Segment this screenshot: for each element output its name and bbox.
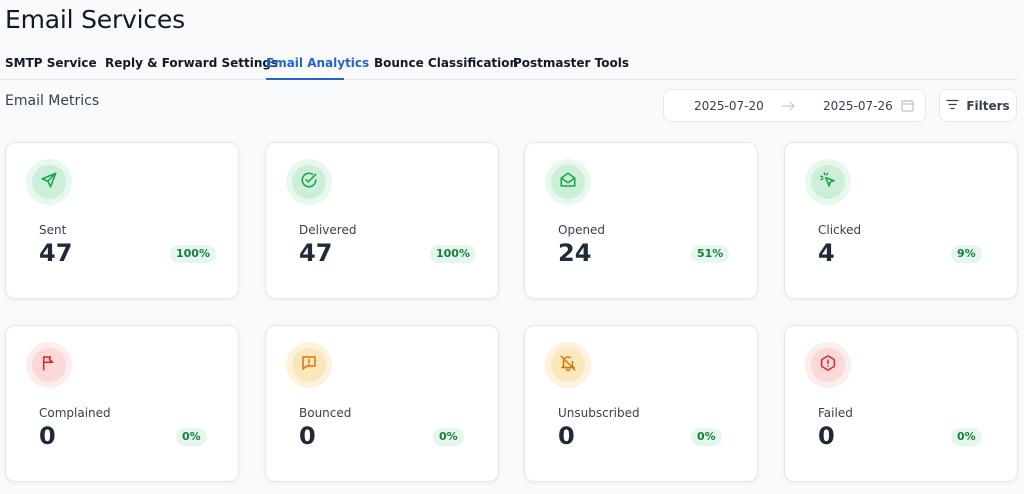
metric-card-complained: Complained 0 0% <box>5 325 239 482</box>
card-value: 4 <box>818 239 835 267</box>
metric-card-sent: Sent 47 100% <box>5 142 239 299</box>
tab-bounce-classification[interactable]: Bounce Classification <box>374 56 518 70</box>
card-value: 0 <box>39 422 56 450</box>
send-icon <box>40 171 58 194</box>
tab-postmaster-tools[interactable]: Postmaster Tools <box>513 56 629 70</box>
card-value: 47 <box>299 239 333 267</box>
card-value: 24 <box>558 239 592 267</box>
date-range-picker[interactable]: 2025-07-20 2025-07-26 <box>663 89 926 122</box>
metric-card-opened: Opened 24 51% <box>524 142 758 299</box>
mail-open-icon <box>559 171 577 194</box>
flag-icon <box>40 354 58 377</box>
metric-card-failed: Failed 0 0% <box>784 325 1018 482</box>
card-value: 0 <box>558 422 575 450</box>
card-label: Failed <box>818 406 853 420</box>
date-end[interactable]: 2025-07-26 <box>823 99 893 113</box>
metric-card-delivered: Delivered 47 100% <box>265 142 499 299</box>
arrow-right-icon <box>782 99 796 117</box>
percent-badge: 0% <box>433 428 464 446</box>
metric-card-clicked: Clicked 4 9% <box>784 142 1018 299</box>
calendar-icon[interactable] <box>901 99 914 117</box>
page-title: Email Services <box>5 5 185 34</box>
tab-email-analytics[interactable]: Email Analytics <box>266 56 369 70</box>
card-label: Sent <box>39 223 67 237</box>
percent-badge: 51% <box>691 245 730 263</box>
card-label: Bounced <box>299 406 352 420</box>
percent-badge: 9% <box>951 245 982 263</box>
card-value: 47 <box>39 239 73 267</box>
card-label: Delivered <box>299 223 357 237</box>
tab-reply-forward-settings[interactable]: Reply & Forward Settings <box>105 56 278 70</box>
tab-smtp-service[interactable]: SMTP Service <box>5 56 97 70</box>
section-title: Email Metrics <box>5 93 100 109</box>
metric-card-bounced: Bounced 0 0% <box>265 325 499 482</box>
active-tab-indicator <box>266 78 344 80</box>
bell-off-icon <box>559 354 577 377</box>
octagon-alert-icon <box>819 354 837 377</box>
filters-label: Filters <box>966 98 1010 113</box>
check-circle-icon <box>300 171 318 194</box>
filter-icon <box>946 99 959 113</box>
card-label: Unsubscribed <box>558 406 640 420</box>
card-label: Clicked <box>818 223 862 237</box>
percent-badge: 0% <box>691 428 722 446</box>
percent-badge: 100% <box>170 245 216 263</box>
filters-button[interactable]: Filters <box>939 89 1017 122</box>
percent-badge: 100% <box>430 245 476 263</box>
card-value: 0 <box>299 422 316 450</box>
cursor-click-icon <box>819 171 837 194</box>
percent-badge: 0% <box>176 428 207 446</box>
card-label: Complained <box>39 406 111 420</box>
tab-bar: SMTP Service Reply & Forward Settings Em… <box>0 52 1018 80</box>
message-alert-icon <box>300 354 318 377</box>
card-label: Opened <box>558 223 606 237</box>
percent-badge: 0% <box>951 428 982 446</box>
card-value: 0 <box>818 422 835 450</box>
date-start[interactable]: 2025-07-20 <box>694 99 764 113</box>
metric-card-unsubscribed: Unsubscribed 0 0% <box>524 325 758 482</box>
